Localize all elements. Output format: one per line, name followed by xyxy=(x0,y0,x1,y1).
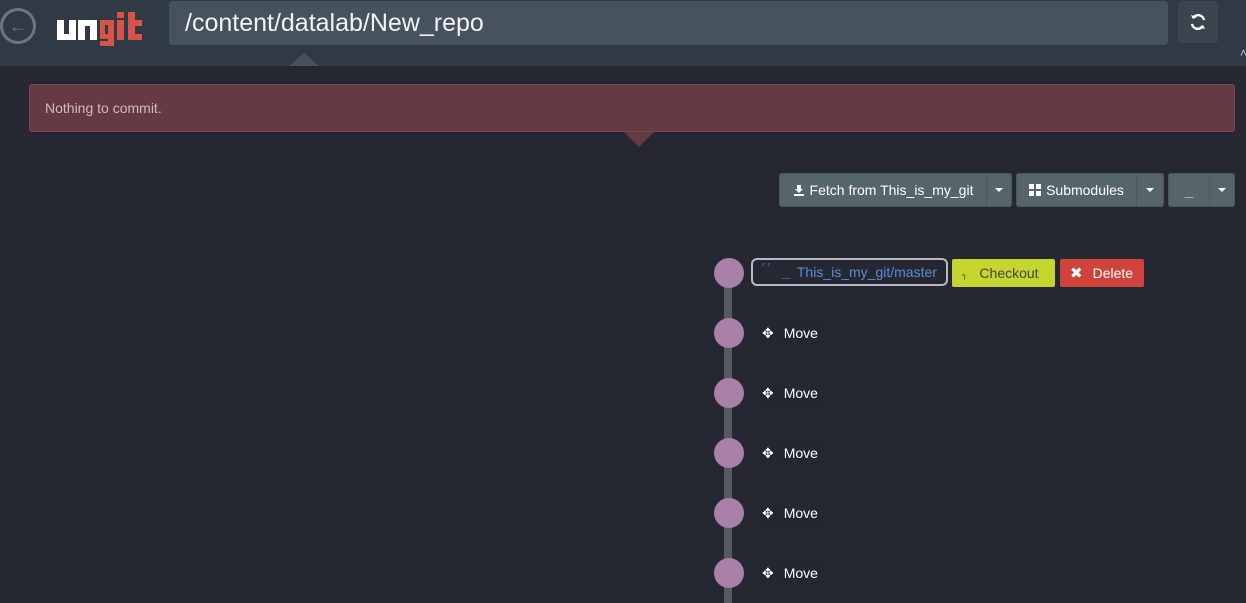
close-icon: ✖ xyxy=(1070,265,1083,282)
move-icon: ✥ xyxy=(762,444,774,461)
remote-branch-tag[interactable]: ᶜᶜ ⎽ This_is_my_git/master xyxy=(751,258,948,286)
move-button[interactable]: ✥ Move xyxy=(754,378,829,408)
move-icon: ✥ xyxy=(762,324,774,341)
move-icon: ✥ xyxy=(762,384,774,401)
grid-icon xyxy=(1029,184,1042,196)
delete-button[interactable]: ✖ Delete xyxy=(1060,259,1144,287)
commit-node[interactable] xyxy=(714,438,744,468)
checkout-label: Checkout xyxy=(979,265,1039,281)
checkout-icon: ┐ xyxy=(962,271,968,281)
move-icon: ✥ xyxy=(762,504,774,521)
download-icon xyxy=(793,185,804,196)
checkout-button[interactable]: ┐ Checkout xyxy=(952,259,1055,287)
fetch-button[interactable]: Fetch from This_is_my_git xyxy=(779,173,987,207)
arrow-left-icon: ← xyxy=(9,15,27,36)
submodules-label: Submodules xyxy=(1046,182,1124,198)
branch-icon: ⎽ xyxy=(781,270,791,280)
banner-pointer xyxy=(624,132,654,147)
repo-path-text: /content/datalab/New_repo xyxy=(185,8,484,37)
move-button[interactable]: ✥ Move xyxy=(754,558,829,588)
move-label: Move xyxy=(783,385,818,401)
branch-button[interactable]: ⎽ xyxy=(1168,173,1210,207)
commit-node[interactable] xyxy=(714,498,744,528)
move-label: Move xyxy=(783,565,818,581)
delete-label: Delete xyxy=(1092,265,1134,281)
ungit-logo[interactable]: ungit xyxy=(56,6,148,46)
chevron-down-icon xyxy=(1146,188,1154,192)
chevron-down-icon xyxy=(1218,188,1226,192)
status-message: Nothing to commit. xyxy=(45,100,162,116)
move-label: Move xyxy=(783,505,818,521)
commit-node[interactable] xyxy=(714,318,744,348)
ref-marker-icon: ᶜᶜ xyxy=(761,262,772,272)
fetch-label: Fetch from This_is_my_git xyxy=(809,182,974,198)
refresh-button[interactable] xyxy=(1178,1,1218,43)
chevron-down-icon xyxy=(995,188,1003,192)
commit-node[interactable] xyxy=(714,378,744,408)
repo-path-input[interactable]: /content/datalab/New_repo xyxy=(169,1,1168,45)
commit-node[interactable] xyxy=(714,558,744,588)
back-button[interactable]: ← xyxy=(0,8,36,44)
move-button[interactable]: ✥ Move xyxy=(754,498,829,528)
move-button[interactable]: ✥ Move xyxy=(754,318,829,348)
header-bar: ← ungit /content/datalab/New_repo ˄ xyxy=(0,0,1246,66)
move-label: Move xyxy=(783,445,818,461)
status-banner: Nothing to commit. xyxy=(29,84,1235,132)
submodules-button[interactable]: Submodules xyxy=(1016,173,1137,207)
path-pointer xyxy=(289,53,319,66)
move-button[interactable]: ✥ Move xyxy=(754,438,829,468)
move-label: Move xyxy=(783,325,818,341)
commit-node[interactable] xyxy=(714,258,744,288)
branch-icon: ⎽ xyxy=(1184,189,1194,199)
ref-label: This_is_my_git/master xyxy=(796,264,937,280)
edge-indicator: ˄ xyxy=(1240,46,1246,60)
refresh-icon xyxy=(1190,13,1206,31)
fetch-dropdown-button[interactable] xyxy=(986,173,1012,207)
branch-dropdown-button[interactable] xyxy=(1209,173,1235,207)
move-icon: ✥ xyxy=(762,564,774,581)
submodules-dropdown-button[interactable] xyxy=(1136,173,1164,207)
